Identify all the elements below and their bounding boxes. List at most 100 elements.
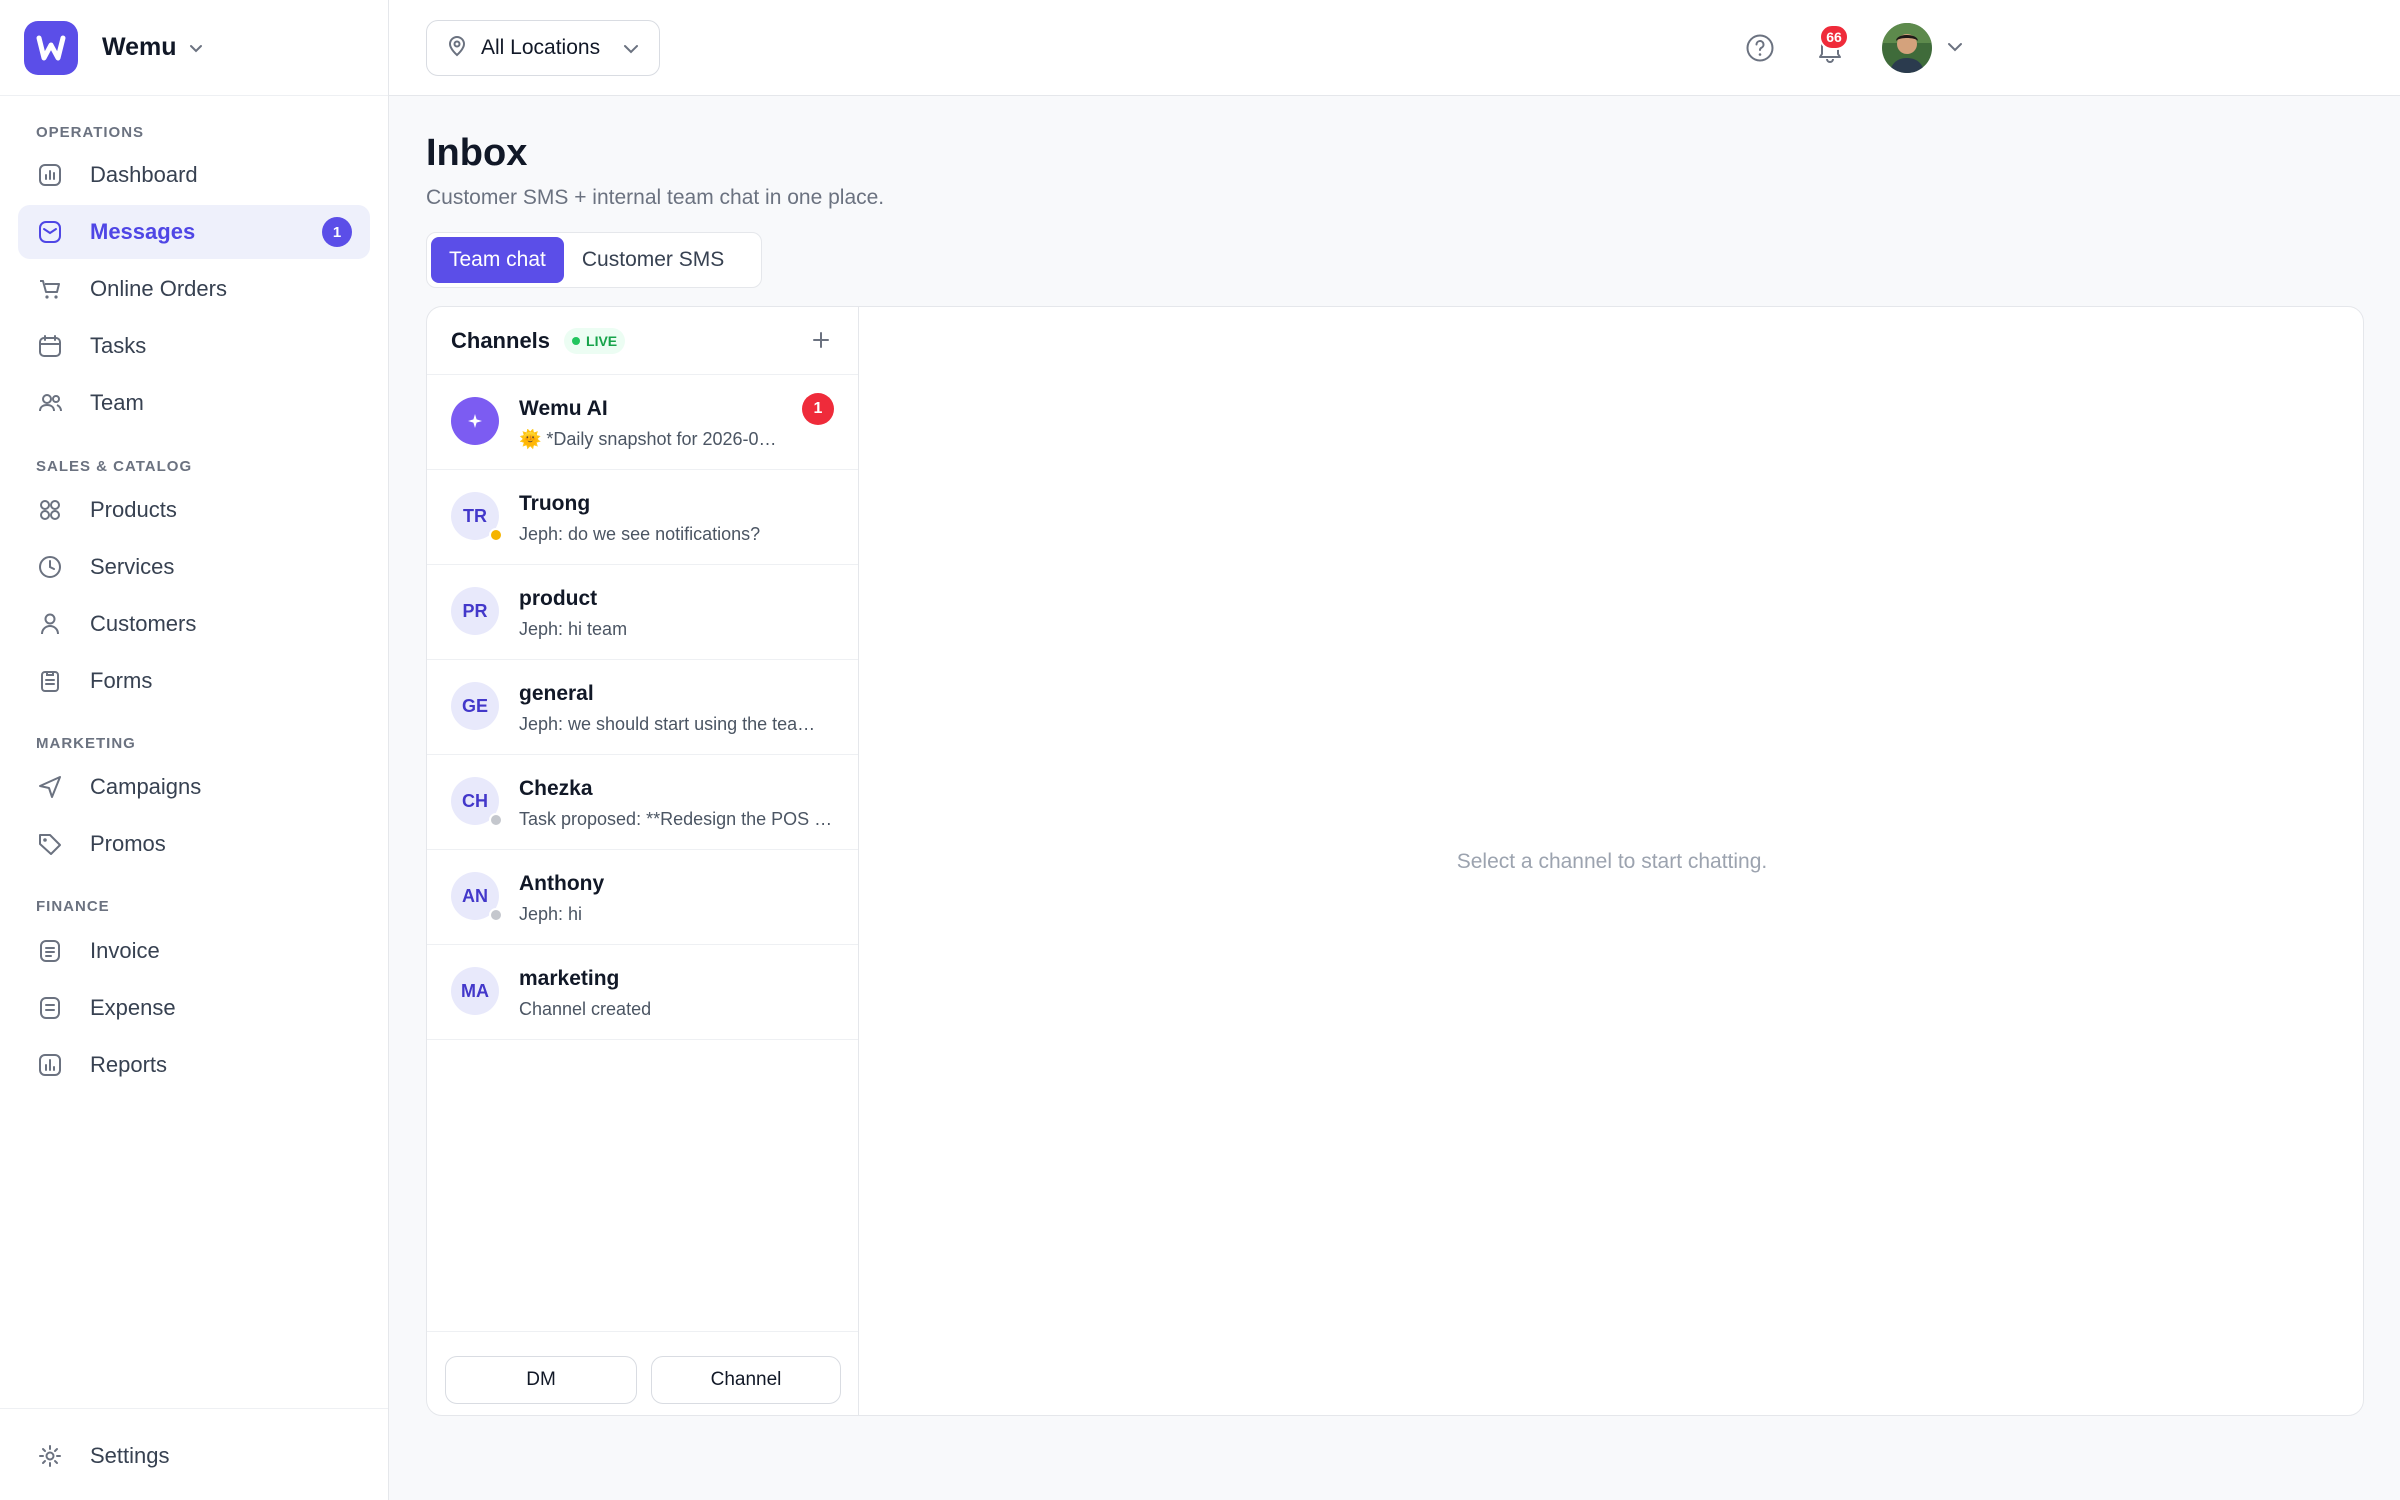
sidebar-item-dashboard[interactable]: Dashboard	[18, 148, 370, 202]
tab-customer-sms[interactable]: Customer SMS	[564, 237, 742, 283]
sidebar-item-products[interactable]: Products	[18, 483, 370, 537]
grid-icon	[36, 496, 64, 524]
sidebar-item-label: Reports	[90, 1052, 168, 1077]
calendar-icon	[36, 332, 64, 360]
live-badge: LIVE	[564, 327, 626, 354]
avatar[interactable]	[1882, 23, 1932, 73]
sidebar-footer: Settings	[0, 1408, 388, 1500]
channel-name: Wemu AI	[519, 397, 608, 420]
clock-icon	[36, 553, 64, 581]
sidebar-item-label: Customers	[90, 611, 197, 636]
sparkle-icon	[451, 397, 499, 445]
channel-item-truong[interactable]: TR Truong Jeph: do we see notifications?	[427, 470, 858, 565]
channel-preview: Jeph: hi team	[519, 619, 628, 639]
channel-list: Channels LIVE Wemu AI 🌞 *Daily snapshot …	[427, 307, 859, 1415]
chevron-down-icon[interactable]	[1944, 36, 1966, 63]
channel-name: Anthony	[519, 872, 605, 895]
sidebar-item-online-orders[interactable]: Online Orders	[18, 262, 370, 316]
sidebar-item-invoice[interactable]: Invoice	[18, 924, 370, 978]
sidebar-item-label: Team	[90, 390, 144, 415]
empty-state-message: Select a channel to start chatting.	[1456, 850, 1768, 873]
channel-name: Truong	[519, 492, 591, 515]
chart-icon	[36, 161, 64, 189]
sidebar-item-label: Invoice	[90, 938, 160, 963]
channel-name: marketing	[519, 967, 620, 990]
new-channel-button[interactable]: Channel	[651, 1356, 841, 1404]
chevron-down-icon	[621, 39, 641, 64]
channel-list-header: Channels LIVE	[427, 307, 858, 375]
unread-badge: 1	[802, 393, 834, 425]
plus-icon[interactable]	[806, 325, 836, 355]
sidebar-item-messages[interactable]: Messages 1	[18, 205, 370, 259]
send-icon	[36, 773, 64, 801]
channel-preview: 🌞 *Daily snapshot for 2026-0…	[519, 429, 777, 449]
sidebar-item-team[interactable]: Team	[18, 376, 370, 430]
gear-icon	[36, 1442, 64, 1470]
avatar: PR	[451, 587, 499, 635]
avatar: GE	[451, 682, 499, 730]
channel-item-wemu-ai[interactable]: Wemu AI 🌞 *Daily snapshot for 2026-0… 1	[427, 375, 858, 470]
presence-offline-indicator	[489, 813, 503, 827]
channel-item-product[interactable]: PR product Jeph: hi team	[427, 565, 858, 660]
sidebar-item-tasks[interactable]: Tasks	[18, 319, 370, 373]
new-dm-button[interactable]: DM	[445, 1356, 637, 1404]
page-title: Inbox	[426, 132, 528, 174]
sidebar-item-customers[interactable]: Customers	[18, 597, 370, 651]
sidebar-item-label: Messages	[90, 219, 196, 244]
sidebar-item-campaigns[interactable]: Campaigns	[18, 760, 370, 814]
tag-icon	[36, 830, 64, 858]
sidebar-item-label: Settings	[90, 1443, 170, 1468]
chevron-down-icon	[187, 39, 205, 57]
user-icon	[36, 610, 64, 638]
sidebar-item-label: Expense	[90, 995, 176, 1020]
sidebar-item-promos[interactable]: Promos	[18, 817, 370, 871]
presence-away-indicator	[489, 528, 503, 542]
sidebar-item-services[interactable]: Services	[18, 540, 370, 594]
section-finance: FINANCE	[36, 898, 110, 915]
section-operations: OPERATIONS	[36, 124, 145, 141]
sidebar-item-label: Dashboard	[90, 162, 198, 187]
sidebar-item-reports[interactable]: Reports	[18, 1038, 370, 1092]
page-subtitle: Customer SMS + internal team chat in one…	[426, 186, 885, 209]
channel-preview: Jeph: we should start using the tea…	[519, 714, 816, 734]
inbox-tabs: Team chat Customer SMS	[426, 232, 762, 288]
location-value: All Locations	[481, 36, 601, 59]
tab-team-chat[interactable]: Team chat	[431, 237, 564, 283]
section-marketing: MARKETING	[36, 735, 136, 752]
channel-item-anthony[interactable]: AN Anthony Jeph: hi	[427, 850, 858, 945]
sidebar-item-label: Online Orders	[90, 276, 227, 301]
channel-name: Chezka	[519, 777, 593, 800]
channel-item-general[interactable]: GE general Jeph: we should start using t…	[427, 660, 858, 755]
help-icon[interactable]	[1740, 28, 1780, 68]
receipt-icon	[36, 994, 64, 1022]
channels-title: Channels	[451, 327, 551, 353]
channel-preview: Task proposed: **Redesign the POS …	[519, 809, 833, 829]
channel-list-footer: DM Channel	[427, 1331, 858, 1415]
sidebar: Wemu OPERATIONS Dashboard Messages 1 Onl…	[0, 0, 389, 1500]
live-label: LIVE	[586, 332, 618, 349]
channel-name: general	[519, 682, 594, 705]
sidebar-item-label: Campaigns	[90, 774, 202, 799]
channel-item-chezka[interactable]: CH Chezka Task proposed: **Redesign the …	[427, 755, 858, 850]
brand-switcher[interactable]: Wemu	[0, 0, 388, 96]
channel-preview: Jeph: hi	[519, 904, 583, 924]
sidebar-item-label: Products	[90, 497, 177, 522]
clipboard-icon	[36, 667, 64, 695]
map-pin-icon	[447, 35, 467, 62]
channel-item-marketing[interactable]: MA marketing Channel created	[427, 945, 858, 1040]
channel-name: product	[519, 587, 598, 610]
chat-panel: Channels LIVE Wemu AI 🌞 *Daily snapshot …	[426, 306, 2364, 1416]
sidebar-item-expense[interactable]: Expense	[18, 981, 370, 1035]
sidebar-item-label: Tasks	[90, 333, 147, 358]
presence-offline-indicator	[489, 908, 503, 922]
section-sales-catalog: SALES & CATALOG	[36, 458, 193, 475]
channel-preview: Channel created	[519, 999, 652, 1019]
notification-badge: 66	[1819, 24, 1849, 50]
sidebar-item-label: Forms	[90, 668, 153, 693]
wemu-logo-icon	[24, 20, 78, 75]
sidebar-item-settings[interactable]: Settings	[18, 1429, 370, 1483]
location-select[interactable]: All Locations	[426, 20, 660, 76]
sidebar-item-forms[interactable]: Forms	[18, 654, 370, 708]
channel-preview: Jeph: do we see notifications?	[519, 524, 761, 544]
sidebar-item-label: Promos	[90, 831, 166, 856]
